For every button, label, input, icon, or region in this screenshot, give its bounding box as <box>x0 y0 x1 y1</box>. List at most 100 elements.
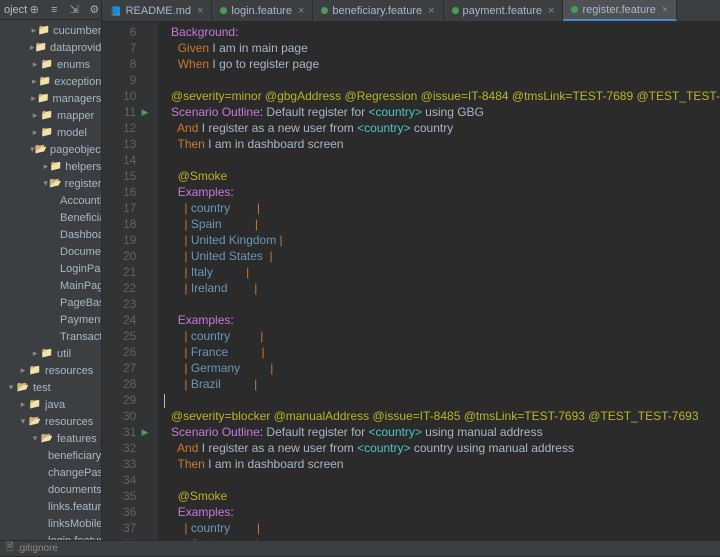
code-line[interactable]: | Ireland | <box>164 280 720 296</box>
code-line[interactable]: Scenario Outline: Default register for <… <box>164 424 720 440</box>
code-line[interactable]: Scenario Outline: Default register for <… <box>164 104 720 120</box>
tree-node[interactable]: ▸cucumber <box>0 22 101 39</box>
tree-node[interactable]: ▸helpers <box>0 158 101 175</box>
tree-label: managers <box>52 93 101 105</box>
tree-node[interactable]: login.feature <box>0 532 101 540</box>
code-line[interactable]: | Germany | <box>164 360 720 376</box>
code-line[interactable]: Then I am in dashboard screen <box>164 136 720 152</box>
close-tab-icon[interactable]: × <box>662 4 668 16</box>
tree-node[interactable]: ▸resources <box>0 362 101 379</box>
code-line[interactable]: | Italy | <box>164 264 720 280</box>
tree-node[interactable]: ▸util <box>0 345 101 362</box>
source-code[interactable]: Background: Given I am in main page When… <box>158 22 720 540</box>
tree-node[interactable]: ▸managers <box>0 90 101 107</box>
code-line[interactable]: | country | <box>164 520 720 536</box>
code-line[interactable]: When I go to register page <box>164 56 720 72</box>
tree-arrow-icon: ▸ <box>30 25 38 36</box>
code-line[interactable]: | United Kingdom | <box>164 232 720 248</box>
code-line[interactable] <box>164 472 720 488</box>
folder-icon <box>35 41 47 55</box>
code-line[interactable]: | United States | <box>164 248 720 264</box>
close-tab-icon[interactable]: × <box>428 5 434 17</box>
line-number: 23 <box>102 296 136 312</box>
tree-label: DocumentsPage <box>60 246 101 258</box>
tree-label: mapper <box>57 110 94 122</box>
tree-node[interactable]: ▾test <box>0 379 101 396</box>
code-line[interactable] <box>164 392 720 408</box>
code-editor[interactable]: 6789101112131415161718192021222324252627… <box>102 22 720 540</box>
tree-node[interactable]: TransactionPage <box>0 328 101 345</box>
settings-icon[interactable]: ⚙ <box>87 3 101 17</box>
tree-arrow-icon: ▾ <box>30 433 40 444</box>
tree-node[interactable]: linksMobileView.feature <box>0 515 101 532</box>
code-line[interactable]: | Spain | <box>164 216 720 232</box>
code-line[interactable]: @severity=minor @gbgAddress @Regression … <box>164 88 720 104</box>
line-number: 34 <box>102 472 136 488</box>
tree-node[interactable]: ▾resources <box>0 413 101 430</box>
code-line[interactable]: | Brazil | <box>164 376 720 392</box>
tree-node[interactable]: beneficiary.feature <box>0 447 101 464</box>
code-line[interactable]: Examples: <box>164 504 720 520</box>
code-line[interactable] <box>164 296 720 312</box>
gitignore-icon: 🗎 <box>6 540 14 557</box>
code-line[interactable]: | country | <box>164 328 720 344</box>
tree-node[interactable]: BeneficiaryPage <box>0 209 101 226</box>
tree-node[interactable]: links.feature <box>0 498 101 515</box>
code-line[interactable]: | country | <box>164 200 720 216</box>
folder-o-icon <box>40 432 54 446</box>
collapse-icon[interactable]: ⇲ <box>67 3 81 17</box>
close-tab-icon[interactable]: × <box>298 5 304 17</box>
code-line[interactable]: Then I am in dashboard screen <box>164 456 720 472</box>
tree-node[interactable]: PageBase <box>0 294 101 311</box>
tree-node[interactable]: DocumentsPage <box>0 243 101 260</box>
tree-node[interactable]: changePassword.feature <box>0 464 101 481</box>
tree-node[interactable]: ▾pageobject <box>0 141 101 158</box>
tree-node[interactable]: ▸java <box>0 396 101 413</box>
expand-icon[interactable]: ≡ <box>47 3 61 17</box>
code-line[interactable] <box>164 152 720 168</box>
code-line[interactable]: Examples: <box>164 184 720 200</box>
project-tree[interactable]: ▸cucumber▸dataproviders▸enums▸exception▸… <box>0 20 101 540</box>
editor-tab[interactable]: payment.feature× <box>444 0 564 21</box>
feature-icon <box>452 7 459 14</box>
code-line[interactable]: And I register as a new user from <count… <box>164 120 720 136</box>
line-number: 10 <box>102 88 136 104</box>
code-line[interactable]: Background: <box>164 24 720 40</box>
tree-node[interactable]: ▸ mapper <box>0 107 101 124</box>
code-line[interactable]: Given I am in main page <box>164 40 720 56</box>
tree-node[interactable]: PaymentPage <box>0 311 101 328</box>
code-line[interactable]: @severity=blocker @manualAddress @issue=… <box>164 408 720 424</box>
code-line[interactable] <box>164 72 720 88</box>
tree-node[interactable]: ▸model <box>0 124 101 141</box>
code-line[interactable]: @Smoke <box>164 488 720 504</box>
tree-node[interactable]: DashboardPage <box>0 226 101 243</box>
tree-label: AccountPage <box>60 195 101 207</box>
folder-icon <box>40 58 54 72</box>
editor-tab[interactable]: login.feature× <box>212 0 313 21</box>
locate-icon[interactable]: ⊕ <box>27 3 41 17</box>
editor-tab[interactable]: README.md× <box>102 0 212 21</box>
folder-icon <box>28 398 42 412</box>
code-line[interactable]: Examples: <box>164 312 720 328</box>
editor-tab[interactable]: beneficiary.feature× <box>313 0 443 21</box>
tree-arrow-icon: ▸ <box>30 110 40 121</box>
tree-node[interactable]: ▾features <box>0 430 101 447</box>
tree-label: test <box>33 382 51 394</box>
code-line[interactable]: | France | <box>164 344 720 360</box>
code-line[interactable]: And I register as a new user from <count… <box>164 440 720 456</box>
editor-tab[interactable]: register.feature× <box>563 0 677 21</box>
close-tab-icon[interactable]: × <box>197 5 203 17</box>
tree-node[interactable]: ▾register <box>0 175 101 192</box>
code-line[interactable]: @Smoke <box>164 168 720 184</box>
tree-label: DashboardPage <box>60 229 101 241</box>
tree-node[interactable]: ▸dataproviders <box>0 39 101 56</box>
tree-node[interactable]: ▸exception <box>0 73 101 90</box>
tree-node[interactable]: MainPage <box>0 277 101 294</box>
tree-node[interactable]: ▸enums <box>0 56 101 73</box>
tree-node[interactable]: LoginPage <box>0 260 101 277</box>
tree-node[interactable]: documents.feature <box>0 481 101 498</box>
close-tab-icon[interactable]: × <box>548 5 554 17</box>
line-number: 35 <box>102 488 136 504</box>
line-number: 11 <box>102 104 136 120</box>
tree-node[interactable]: AccountPage <box>0 192 101 209</box>
